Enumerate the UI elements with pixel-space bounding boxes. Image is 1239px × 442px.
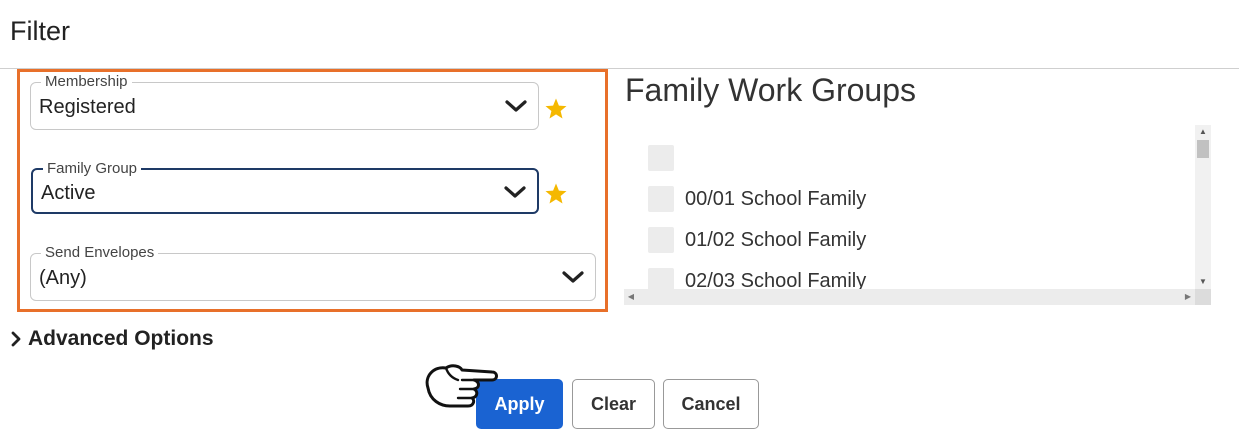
list-item-label: 01/02 School Family [685,228,867,251]
scrollbar-corner [1195,289,1211,305]
list-item[interactable]: 00/01 School Family [648,185,866,213]
clear-button[interactable]: Clear [572,379,655,429]
membership-select[interactable]: Membership Registered [30,73,539,130]
family-group-label: Family Group [43,160,142,178]
scroll-left-arrow-icon[interactable]: ◀ [624,289,638,305]
work-groups-title: Family Work Groups [625,72,917,108]
horizontal-scrollbar[interactable]: ◀ ▶ [624,289,1195,305]
pointing-hand-icon [425,364,498,408]
checkbox[interactable] [648,227,674,253]
send-envelopes-select[interactable]: Send Envelopes (Any) [30,244,596,301]
chevron-down-icon [562,271,584,283]
vertical-scrollbar[interactable]: ▲ ▼ [1195,125,1211,289]
scroll-down-arrow-icon[interactable]: ▼ [1195,275,1211,289]
star-icon[interactable] [544,182,568,206]
send-envelopes-value: (Any) [39,267,87,289]
chevron-right-icon [11,331,21,347]
work-groups-list[interactable]: 00/01 School Family 01/02 School Family … [624,125,1211,305]
scroll-right-arrow-icon[interactable]: ▶ [1181,289,1195,305]
scrollbar-thumb[interactable] [1197,140,1209,158]
family-group-select[interactable]: Family Group Active [31,160,539,214]
chevron-down-icon [505,100,527,112]
chevron-down-icon [504,186,526,198]
list-item-label: 00/01 School Family [685,187,867,210]
advanced-options-toggle[interactable]: Advanced Options [10,327,214,351]
page-title: Filter [10,16,70,46]
family-group-value: Active [41,182,96,204]
advanced-options-label: Advanced Options [28,327,214,350]
send-envelopes-label: Send Envelopes [41,244,159,262]
star-icon[interactable] [544,97,568,121]
membership-value: Registered [39,96,136,118]
cancel-button[interactable]: Cancel [663,379,759,429]
checkbox[interactable] [648,145,674,171]
scroll-up-arrow-icon[interactable]: ▲ [1195,125,1211,139]
list-item[interactable] [648,144,685,172]
checkbox[interactable] [648,186,674,212]
list-item[interactable]: 01/02 School Family [648,226,866,254]
membership-label: Membership [41,73,132,91]
